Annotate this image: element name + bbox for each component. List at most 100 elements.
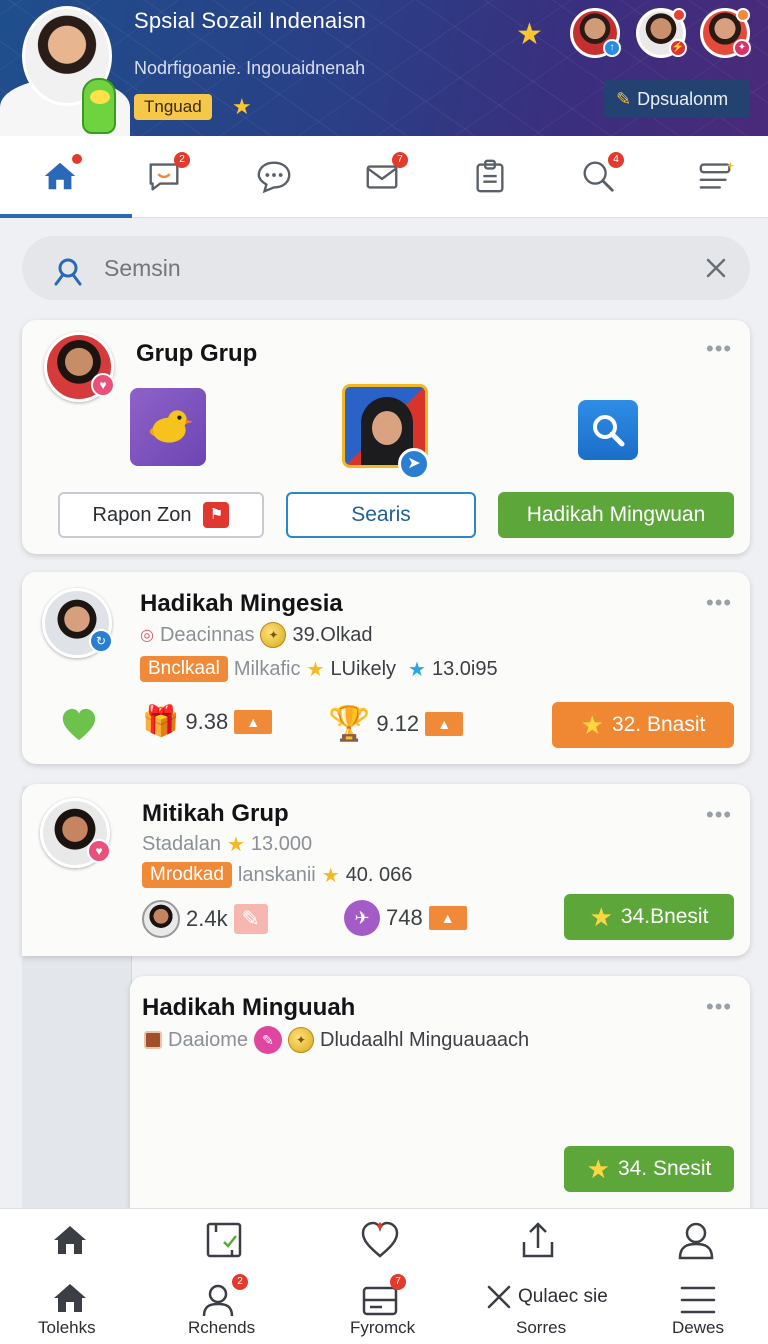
meta-muted: lanskanii <box>237 863 316 886</box>
arrow-up-icon: ↑ <box>603 39 621 57</box>
send-icon: ➤ <box>398 448 430 480</box>
stat-value: 2.4k <box>186 906 228 931</box>
chart-edit-icon[interactable] <box>204 1220 244 1260</box>
tab-inbox[interactable]: 7 <box>360 152 408 198</box>
meta-label: Deacinnas <box>159 623 255 646</box>
boost-chip-icon: ▲ <box>234 709 273 734</box>
home-icon[interactable] <box>50 1220 90 1260</box>
meta-label: Daaiome <box>168 1028 249 1051</box>
bottom-nav-label-dewes[interactable]: Dewes <box>672 1318 724 1338</box>
quick-settings-label[interactable]: Qulaec sie <box>518 1286 608 1308</box>
notification-dot <box>736 8 750 22</box>
app-tile-chick[interactable] <box>130 388 206 466</box>
hamburger-menu-icon[interactable] <box>678 1280 718 1320</box>
bottom-nav-label-sorres[interactable]: Sorres <box>516 1318 566 1338</box>
home-icon[interactable] <box>50 1278 90 1318</box>
status-pill[interactable]: ✎ Dpsualonm <box>604 80 750 118</box>
card-meta-line: ◎ Deacinnas ✦ 39.Olkad <box>140 622 373 648</box>
tab-menu[interactable] <box>694 154 738 198</box>
more-options-icon[interactable]: ••• <box>706 996 732 1018</box>
card-meta-line: Bnclkaal Milkafic ★ LUikely ★ 13.0i95 <box>140 656 498 682</box>
tab-home[interactable] <box>38 154 82 198</box>
star-icon: ★ <box>586 1154 610 1184</box>
star-icon: ★ <box>306 658 325 681</box>
stat-value: 748 <box>386 905 423 930</box>
star-icon: ★ <box>226 834 245 856</box>
more-options-icon[interactable]: ••• <box>706 338 732 360</box>
group-card[interactable]: ♥ Grup Grup ••• ➤ Rapon Zon ⚑ Searis Had… <box>22 320 750 554</box>
star-icon: ★ <box>580 710 604 740</box>
hadikah-mingwuan-button[interactable]: Hadikah Mingwuan <box>498 492 734 538</box>
boost-button[interactable]: ★ 32. Bnasit <box>552 702 734 748</box>
tab-search[interactable]: 4 <box>576 152 624 198</box>
search-input[interactable] <box>104 248 664 288</box>
more-options-icon[interactable]: ••• <box>706 592 732 614</box>
post-card[interactable]: Hadikah Minguuah ••• Daaiome ✎ ✦ Dludaal… <box>130 976 750 1208</box>
boost-chip-icon: ▲ <box>428 906 467 930</box>
search-bar[interactable] <box>22 236 750 300</box>
share-icon[interactable] <box>518 1220 558 1260</box>
group-avatar[interactable]: ♥ <box>44 332 115 402</box>
bottom-nav-label-rchends[interactable]: Rchends <box>188 1318 255 1338</box>
stat-value: 9.12 <box>376 711 420 736</box>
search-tile[interactable] <box>578 400 638 460</box>
coin-icon: ✦ <box>260 622 287 648</box>
meta-value: 13.0i95 <box>431 657 498 680</box>
boost-chip-icon: ▲ <box>425 712 464 736</box>
meta-value: 13.000 <box>250 833 313 855</box>
user-search-icon <box>54 258 82 286</box>
app-subtitle: Nodrfigoanie. Ingouaidnenah <box>134 58 366 78</box>
stat-gifts: 🎁 9.38 ▲ <box>142 704 273 739</box>
author-avatar[interactable]: ♥ <box>40 798 111 868</box>
friend-avatar[interactable]: ↑ <box>570 8 621 58</box>
red-square-icon: ⚑ <box>203 502 230 528</box>
profile-icon[interactable] <box>676 1220 716 1260</box>
plane-icon: ✈ <box>344 900 380 936</box>
header-badge[interactable]: Tnguad <box>134 94 212 120</box>
gift-icon: 🎁 <box>142 705 180 738</box>
meta-value: 40. 066 <box>345 863 413 886</box>
author-avatar[interactable]: ↻ <box>42 588 113 658</box>
sparkle-icon: ✦ <box>733 39 751 57</box>
menu-icon <box>699 161 735 189</box>
friends-badge: 2 <box>232 1274 248 1290</box>
link-icon: ↻ <box>89 629 113 653</box>
tab-clipboard[interactable] <box>468 154 512 198</box>
profile-header: Spsial Sozail Indenaisn Nodrfigoanie. In… <box>0 0 768 136</box>
friend-avatar[interactable]: ✦ <box>700 8 751 58</box>
button-label: 34. Snesit <box>617 1157 712 1180</box>
friend-avatar[interactable]: ⚡ <box>636 8 687 58</box>
heart-outline-icon[interactable] <box>360 1220 400 1260</box>
boost-button[interactable]: ★ 34.Bnesit <box>564 894 734 940</box>
rapon-zon-button[interactable]: Rapon Zon ⚑ <box>58 492 264 538</box>
friends-icon-wrap[interactable]: 2 <box>202 1274 248 1318</box>
boost-button[interactable]: ★ 34. Snesit <box>564 1146 734 1192</box>
post-card[interactable]: ↻ Hadikah Mingesia ••• ◎ Deacinnas ✦ 39.… <box>22 572 750 764</box>
tab-messages[interactable]: 2 <box>142 152 190 198</box>
card-title: Hadikah Minguuah <box>142 994 356 1021</box>
pencil-icon: ✎ <box>616 89 632 109</box>
top-navigation: 2 7 4 <box>0 136 768 218</box>
more-options-icon[interactable]: ••• <box>706 804 732 826</box>
close-icon[interactable] <box>700 252 732 284</box>
button-label: 34.Bnesit <box>620 905 709 928</box>
portrait-face <box>372 411 402 445</box>
button-label: Rapon Zon <box>92 503 192 526</box>
card-meta-line: Stadalan ★ 13.000 <box>142 832 312 857</box>
magnifier-icon <box>593 415 625 447</box>
bottom-nav-label-tolehks[interactable]: Tolehks <box>38 1318 96 1338</box>
heart-icon: ♥ <box>87 839 111 863</box>
close-icon[interactable] <box>484 1282 514 1312</box>
searis-button[interactable]: Searis <box>286 492 476 538</box>
tab-chat[interactable] <box>252 154 296 198</box>
chat-bubble-icon: ✎ <box>254 1026 283 1054</box>
group-post-card[interactable]: ♥ Mitikah Grup ••• Stadalan ★ 13.000 Mro… <box>22 784 750 956</box>
badge-square-icon <box>144 1031 162 1049</box>
notification-dot <box>672 8 686 22</box>
stat-shares: ✈ 748 ▲ <box>344 900 467 936</box>
notification-dot <box>72 154 82 164</box>
feed-icon-wrap[interactable]: 7 <box>360 1274 406 1320</box>
heart-icon[interactable] <box>60 706 98 744</box>
blue-star-icon: ★ <box>408 658 426 681</box>
bottom-nav-label-fyromck[interactable]: Fyromck <box>350 1318 415 1338</box>
